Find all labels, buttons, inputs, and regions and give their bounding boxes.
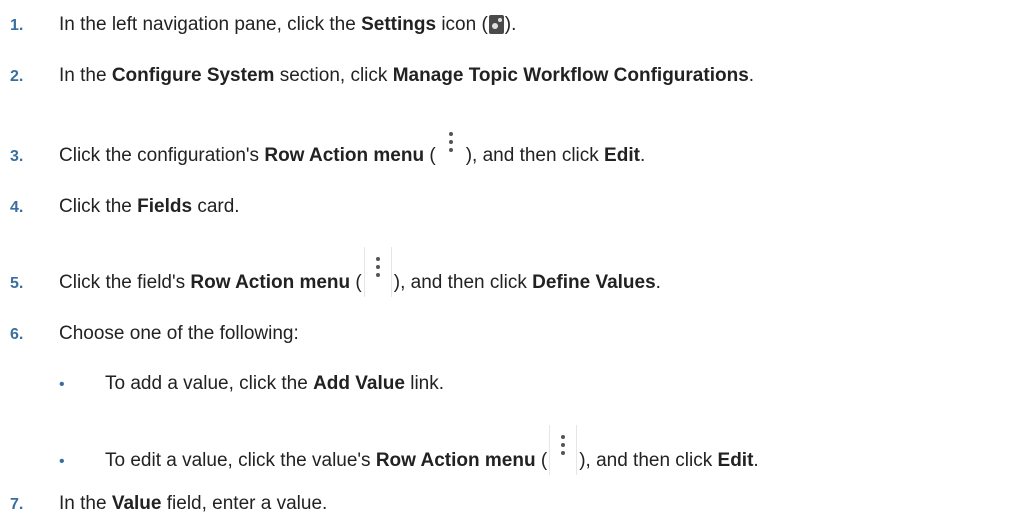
procedure-steps: 1. In the left navigation pane, click th… [0, 0, 1034, 516]
step-text: In the Value field, enter a value. [59, 493, 328, 514]
substep-text: To add a value, click the Add Value link… [105, 373, 445, 394]
configure-system-label: Configure System [111, 65, 275, 86]
value-label: Value [111, 493, 162, 514]
add-value-label: Add Value [313, 373, 405, 394]
gear-icon [488, 15, 504, 34]
kebab-icon [549, 425, 578, 475]
manage-topic-workflow-label: Manage Topic Workflow Configurations [392, 65, 749, 86]
edit-label: Edit [604, 145, 640, 166]
row-action-menu-label: Row Action menu [190, 272, 351, 293]
step-number: 1. [10, 17, 24, 34]
step-number: 5. [10, 275, 24, 292]
row-action-menu-label: Row Action menu [375, 450, 536, 471]
step-number: 3. [10, 148, 24, 165]
define-values-label: Define Values [532, 272, 656, 293]
substep-text: To edit a value, click the value's Row A… [105, 425, 759, 475]
step-number: 6. [10, 326, 24, 343]
step-text: Click the Fields card. [59, 196, 240, 217]
step-text: Click the configuration's Row Action men… [59, 132, 645, 170]
step-text: In the Configure System section, click M… [59, 65, 755, 86]
kebab-icon [363, 247, 392, 297]
step-text: Choose one of the following: [59, 323, 299, 344]
bullet-icon: • [59, 453, 65, 470]
row-action-menu-label: Row Action menu [264, 145, 425, 166]
bullet-icon: • [59, 376, 65, 393]
kebab-icon [438, 122, 464, 170]
edit-label: Edit [717, 450, 754, 471]
step-number: 2. [10, 68, 24, 85]
step-text: In the left navigation pane, click the S… [59, 14, 517, 35]
fields-label: Fields [137, 196, 193, 217]
step-text: Click the field's Row Action menu (), an… [59, 247, 661, 297]
step-number: 4. [10, 199, 24, 216]
step-number: 7. [10, 496, 24, 513]
settings-label: Settings [361, 14, 437, 35]
